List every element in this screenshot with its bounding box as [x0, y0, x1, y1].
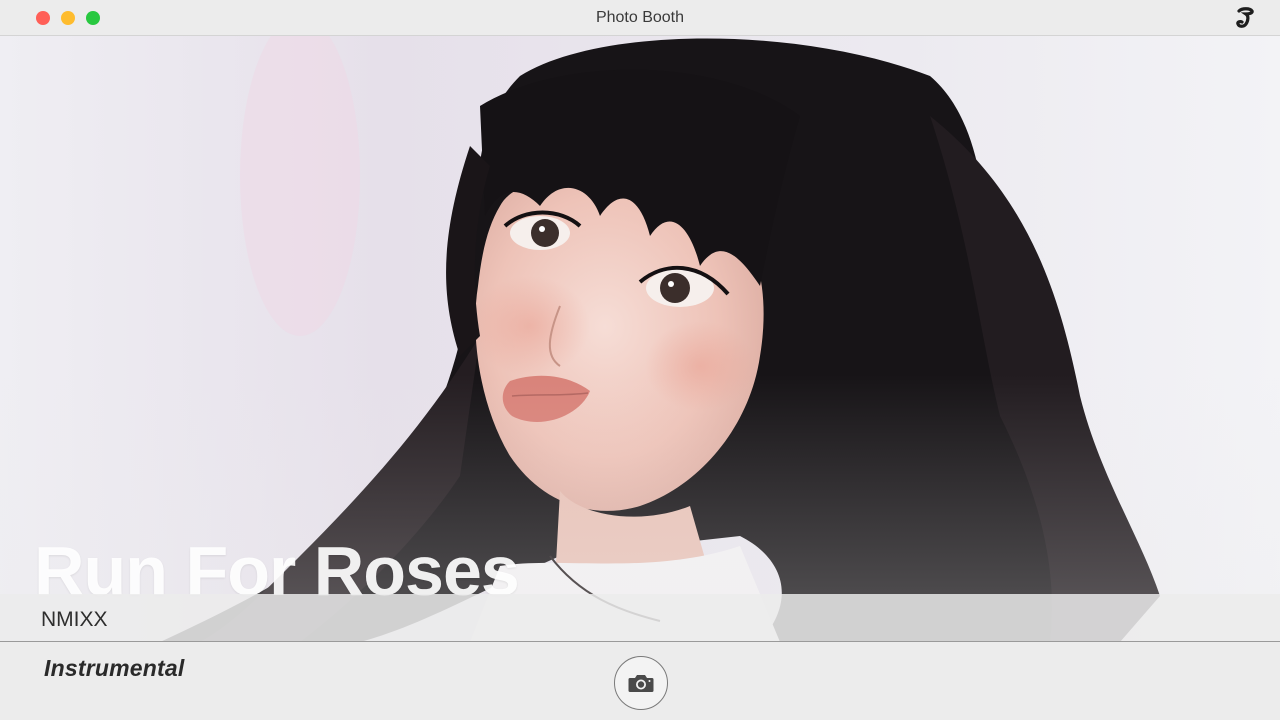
title-bar: Photo Booth	[0, 0, 1280, 36]
camera-icon	[628, 675, 654, 692]
photo-preview: Run For Roses	[0, 36, 1280, 642]
artist-name: NMIXX	[41, 608, 108, 631]
artist-strip: NMIXX	[0, 594, 1280, 642]
brand-logo-icon	[1236, 7, 1254, 28]
take-photo-button[interactable]	[614, 656, 668, 710]
bottom-toolbar: Instrumental	[0, 642, 1280, 720]
window-title: Photo Booth	[595, 9, 685, 26]
version-label: Instrumental	[44, 655, 185, 681]
